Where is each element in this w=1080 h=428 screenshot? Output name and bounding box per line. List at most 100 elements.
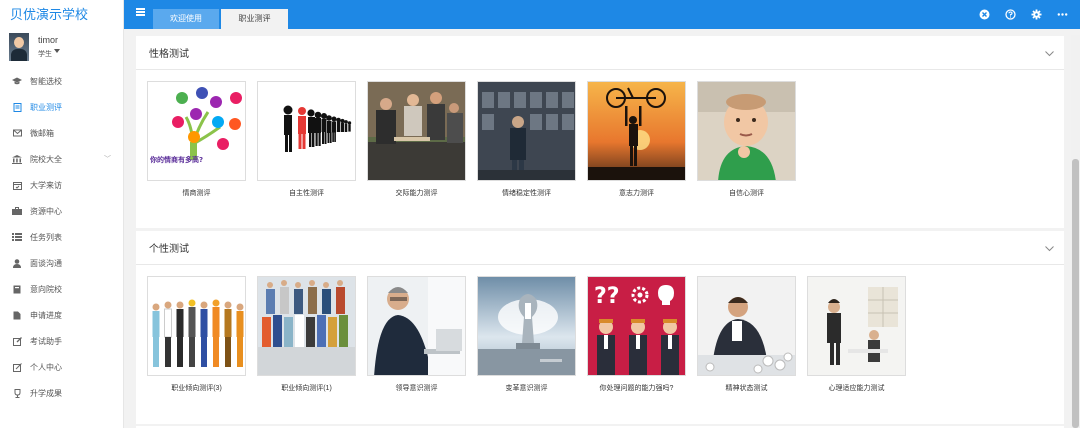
card-label[interactable]: 自信心测评 (697, 188, 796, 198)
mail-icon (12, 129, 22, 138)
sidebar-item-label: 院校大全 (30, 154, 62, 164)
card-label[interactable]: 你处理问题的能力强吗? (587, 383, 686, 393)
building-icon (12, 154, 22, 164)
brand-title: 贝优演示学校 (10, 7, 89, 22)
chevron-down-icon[interactable] (1045, 244, 1054, 255)
card-thumbnail[interactable] (257, 276, 356, 376)
scrollbar-thumb[interactable] (1072, 159, 1079, 428)
card-label[interactable]: 交际能力测评 (367, 188, 466, 198)
sidebar-item-target-schools[interactable]: 意向院校 (0, 276, 123, 302)
card-thumbnail[interactable] (807, 276, 906, 376)
sidebar-item-label: 意向院校 (30, 284, 62, 294)
sidebar-item-smart-school[interactable]: 智能选校 (0, 68, 123, 94)
card-label[interactable]: 自主性测评 (257, 188, 356, 198)
main-content: 性格测试 你的情商有多高? 情商测评 自主性测评 交际能力测评 情绪稳定性测评 … (124, 29, 1080, 428)
sidebar-item-resources[interactable]: 资源中心 (0, 198, 123, 224)
test-card-problem-solving[interactable]: ?? 你处理问题的能力强吗? (587, 276, 686, 393)
card-label[interactable]: 变革意识测评 (477, 383, 576, 393)
card-thumbnail[interactable] (367, 81, 466, 181)
card-thumbnail[interactable] (477, 276, 576, 376)
clipboard-icon (12, 102, 22, 112)
sidebar-item-task-list[interactable]: 任务列表 (0, 224, 123, 250)
card-grid: 职业倾向测评(3) 职业倾向测评(1) 领导意识测评 变革意识测评 ?? 你处理… (136, 265, 1064, 423)
list-icon (12, 233, 22, 242)
test-card-social[interactable]: 交际能力测评 (367, 81, 466, 198)
tab-career-test[interactable]: 职业测评 (221, 9, 288, 29)
sidebar-item-personal-center[interactable]: 个人中心 (0, 354, 123, 380)
menu-toggle-icon[interactable] (136, 8, 145, 16)
user-meta: timor 学生 (38, 34, 60, 61)
test-card-career-tendency-1[interactable]: 职业倾向测评(1) (257, 276, 356, 393)
test-card-adaptability[interactable]: 心理适应能力测试 (807, 276, 906, 393)
sidebar-item-label: 申请进度 (30, 310, 62, 320)
trophy-icon (12, 388, 22, 398)
card-label[interactable]: 意志力测评 (587, 188, 686, 198)
section-header[interactable]: 性格测试 (136, 36, 1064, 70)
test-card-autonomy[interactable]: 自主性测评 (257, 81, 356, 198)
file-icon (12, 311, 22, 320)
test-card-confidence[interactable]: 自信心测评 (697, 81, 796, 198)
test-card-eq[interactable]: 你的情商有多高? 情商测评 (147, 81, 246, 198)
sidebar-item-career-test[interactable]: 职业测评 (0, 94, 123, 120)
calendar-icon (12, 181, 22, 190)
card-label[interactable]: 情商测评 (147, 188, 246, 198)
avatar[interactable] (9, 33, 29, 61)
top-bar: 欢迎使用 职业测评 (124, 0, 1080, 29)
sidebar-item-label: 考试助手 (30, 336, 62, 346)
thumb-caption: 你的情商有多高? (149, 155, 203, 164)
sidebar-item-interview[interactable]: 面谈沟通 (0, 250, 123, 276)
caret-down-icon[interactable] (54, 49, 60, 54)
sidebar-item-label: 个人中心 (30, 362, 62, 372)
card-thumbnail[interactable] (147, 276, 246, 376)
test-card-leadership[interactable]: 领导意识测评 (367, 276, 466, 393)
section-title: 个性测试 (149, 244, 189, 255)
card-thumbnail[interactable]: 你的情商有多高? (147, 81, 246, 181)
briefcase-icon (12, 207, 22, 216)
personality-test-section: 性格测试 你的情商有多高? 情商测评 自主性测评 交际能力测评 情绪稳定性测评 … (136, 36, 1064, 228)
tab-welcome[interactable]: 欢迎使用 (153, 9, 219, 29)
sidebar-item-university-visits[interactable]: 大学来访 (0, 172, 123, 198)
graduation-cap-icon (12, 77, 22, 86)
more-icon[interactable] (1056, 8, 1068, 20)
card-label[interactable]: 职业倾向测评(3) (147, 383, 246, 393)
chevron-down-icon: ﹀ (104, 156, 111, 163)
sidebar-item-label: 面谈沟通 (30, 258, 62, 268)
bookmark-icon (12, 285, 22, 294)
card-label[interactable]: 情绪稳定性测评 (477, 188, 576, 198)
test-card-emotion[interactable]: 情绪稳定性测评 (477, 81, 576, 198)
card-thumbnail[interactable] (477, 81, 576, 181)
test-card-career-tendency-3[interactable]: 职业倾向测评(3) (147, 276, 246, 393)
profile-edit-icon (12, 362, 22, 372)
sidebar-item-label: 资源中心 (30, 206, 62, 216)
sidebar-item-colleges[interactable]: 院校大全 ﹀ (0, 146, 123, 172)
card-label[interactable]: 职业倾向测评(1) (257, 383, 356, 393)
section-header[interactable]: 个性测试 (136, 231, 1064, 265)
sidebar-item-exam-assistant[interactable]: 考试助手 (0, 328, 123, 354)
sidebar-item-results[interactable]: 升学成果 (0, 380, 123, 406)
card-label[interactable]: 心理适应能力测试 (807, 383, 906, 393)
card-label[interactable]: 精神状态测试 (697, 383, 796, 393)
sidebar-item-application-progress[interactable]: 申请进度 (0, 302, 123, 328)
sidebar-nav: 智能选校 职业测评 微邮箱 院校大全 ﹀ 大学来访 资源中心 任务列表 面谈沟通… (0, 68, 123, 406)
card-thumbnail[interactable] (367, 276, 466, 376)
top-actions (978, 8, 1068, 20)
sidebar-item-label: 任务列表 (30, 232, 62, 242)
test-card-change[interactable]: 变革意识测评 (477, 276, 576, 393)
card-thumbnail[interactable]: ?? (587, 276, 686, 376)
sidebar-item-micro-mail[interactable]: 微邮箱 (0, 120, 123, 146)
card-thumbnail[interactable] (587, 81, 686, 181)
card-thumbnail[interactable] (697, 276, 796, 376)
card-label[interactable]: 领导意识测评 (367, 383, 466, 393)
user-panel[interactable]: timor 学生 (0, 30, 123, 62)
card-thumbnail[interactable] (257, 81, 356, 181)
chevron-down-icon[interactable] (1045, 49, 1054, 60)
card-thumbnail[interactable] (697, 81, 796, 181)
gear-icon[interactable] (1030, 8, 1042, 20)
test-card-willpower[interactable]: 意志力测评 (587, 81, 686, 198)
close-circle-icon[interactable] (978, 8, 990, 20)
user-role[interactable]: 学生 (38, 51, 52, 58)
sidebar-item-label: 大学来访 (30, 180, 62, 190)
test-card-mental-state[interactable]: 精神状态测试 (697, 276, 796, 393)
help-icon[interactable] (1004, 8, 1016, 20)
sidebar: 贝优演示学校 timor 学生 智能选校 职业测评 微邮箱 院校大全 ﹀ 大学来… (0, 0, 124, 428)
